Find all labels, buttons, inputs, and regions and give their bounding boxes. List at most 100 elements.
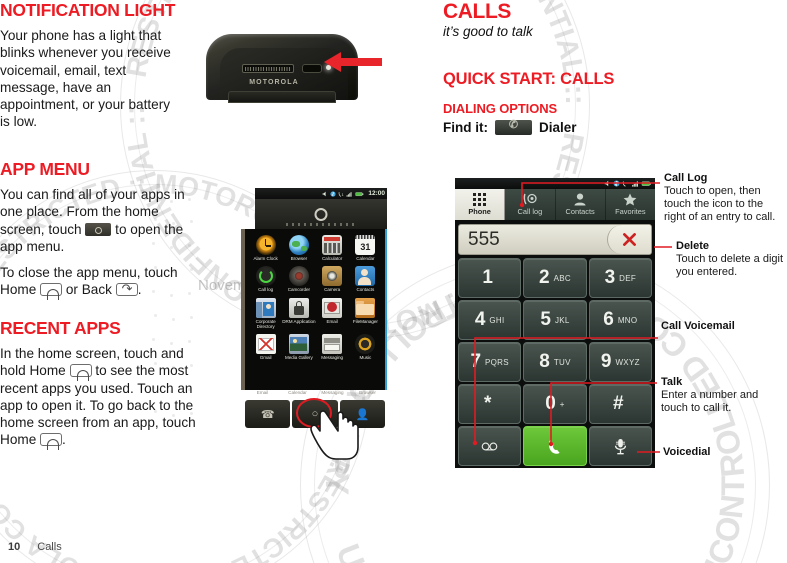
app-tile-alarm-clock[interactable]: Alarm Clock	[249, 232, 282, 261]
signal-bars-icon	[346, 191, 352, 197]
app-menu-close-circle-icon[interactable]	[314, 208, 328, 221]
recent-apps-section: Recent Apps In the home screen, touch an…	[0, 318, 205, 458]
app-tile-corporate-directory[interactable]: Corporate Directory	[249, 295, 282, 330]
star-icon	[623, 193, 637, 206]
key-3[interactable]: 3 DEF	[588, 258, 652, 298]
nav-phone-button[interactable]: ☎	[245, 400, 291, 428]
page-number: 10	[8, 541, 21, 553]
back-key-icon	[115, 283, 138, 297]
key-number: 4	[474, 309, 486, 330]
key-0[interactable]: 0 +	[523, 384, 587, 424]
voicemail-icon	[481, 442, 498, 450]
callout-delete: Delete Touch to delete a digit you enter…	[676, 240, 786, 279]
bezel-base-trim	[228, 91, 336, 103]
manual-page: RESTRICTED :: MOTOROLA CONFIDENTIAL :: R…	[0, 0, 787, 563]
voicedial-microphone-icon	[614, 438, 626, 454]
key-8[interactable]: 8 TUV	[523, 342, 587, 382]
callout-title: Delete	[676, 240, 710, 252]
speaker-slot	[302, 64, 322, 73]
key-9[interactable]: 9 WXYZ	[588, 342, 652, 382]
key-2[interactable]: 2 ABC	[523, 258, 587, 298]
quick-start-section: Quick Start: Calls Dialing Options Find …	[443, 70, 733, 135]
key-6[interactable]: 6 MNO	[588, 300, 652, 340]
camcorder-icon	[288, 266, 309, 287]
voicedial-button[interactable]	[588, 426, 652, 466]
calendar-icon: 31	[355, 235, 376, 255]
key-5[interactable]: 5 JKL	[523, 300, 587, 340]
delete-digit-button[interactable]	[607, 225, 651, 254]
tab-contacts[interactable]: Contacts	[556, 189, 606, 220]
recent-apps-body-c: .	[62, 432, 66, 448]
recent-apps-heading: Recent Apps	[0, 318, 121, 338]
app-tile-music[interactable]: Music	[349, 331, 382, 360]
app-tile-camcorder[interactable]: Camcorder	[282, 263, 315, 292]
tab-label: Call log	[517, 207, 543, 216]
app-tile-calculator[interactable]: Calculator	[316, 232, 349, 261]
key-star[interactable]: *	[458, 384, 522, 424]
notification-light-heading: Notification Light	[0, 0, 176, 20]
app-menu-status-bar: 1 12:00	[255, 188, 387, 199]
email-icon	[322, 297, 343, 318]
app-tile-email[interactable]: Email	[316, 295, 349, 330]
app-label: Messaging	[321, 355, 343, 361]
chapter-title: Calls	[443, 0, 511, 23]
dialer-number-field[interactable]: 555	[458, 224, 652, 255]
callout-talk: Talk Enter a number and touch to call it…	[661, 376, 781, 415]
callout-title: Call Voicemail	[661, 320, 735, 332]
callout-call-log: Call Log Touch to open, then touch the i…	[664, 172, 786, 224]
chapter-tagline: it’s good to talk	[443, 24, 533, 39]
tab-favorites[interactable]: Favorites	[606, 189, 655, 220]
handle-dots	[286, 223, 356, 226]
app-tile-drm-application[interactable]: DRM Application	[282, 295, 316, 330]
key-letters: MNO	[617, 315, 638, 325]
find-it-row: Find it: Dialer	[443, 118, 733, 135]
bluetooth-icon	[613, 180, 620, 187]
key-letters: JKL	[554, 315, 570, 325]
call-forward-icon: 1	[339, 191, 344, 196]
dialer-app-icon[interactable]	[494, 118, 532, 135]
callout-call-voicemail: Call Voicemail	[661, 320, 781, 333]
app-label: Contacts	[356, 287, 375, 293]
key-number: 2	[539, 267, 550, 288]
app-tile-file-manager[interactable]: FileManager	[349, 295, 382, 330]
app-label: Music	[359, 355, 372, 361]
key-number: 8	[539, 351, 550, 372]
calendar-day: 31	[360, 242, 371, 252]
volume-icon	[322, 191, 326, 196]
key-7[interactable]: 7 PQRS	[458, 342, 522, 382]
battery-icon	[641, 181, 651, 186]
app-tile-calendar[interactable]: 31 Calendar	[349, 232, 382, 261]
delete-x-icon	[623, 233, 636, 246]
callout-voicedial: Voicedial	[663, 446, 783, 459]
drm-application-icon	[288, 297, 309, 318]
callout-desc: Touch to delete a digit you entered.	[676, 253, 784, 278]
key-number: 0	[545, 393, 556, 414]
app-label: Calculator	[322, 256, 343, 261]
app-tile-browser[interactable]: Browser	[282, 232, 315, 261]
app-tile-media-gallery[interactable]: Media Gallery	[282, 331, 315, 360]
tab-phone[interactable]: Phone	[455, 189, 506, 220]
app-tile-contacts[interactable]: Contacts	[349, 263, 382, 292]
key-letters: WXYZ	[615, 357, 640, 367]
key-pound[interactable]: #	[588, 384, 652, 424]
callout-title: Voicedial	[663, 446, 711, 458]
app-tile-call-log[interactable]: Call log	[249, 263, 282, 292]
talk-call-button[interactable]	[523, 426, 587, 466]
key-number: 3	[604, 267, 616, 288]
key-1[interactable]: 1	[458, 258, 522, 298]
tab-call-log[interactable]: Call log	[505, 189, 556, 220]
calls-chapter-header: Calls it’s good to talk	[443, 0, 693, 39]
app-tile-camera[interactable]: Camera	[316, 263, 349, 292]
app-label: Browser	[290, 256, 308, 261]
dock-label-email: Email	[256, 390, 269, 395]
key-4[interactable]: 4 GHI	[458, 300, 522, 340]
svg-text:1: 1	[342, 192, 344, 196]
app-label: Gmail	[259, 355, 272, 361]
call-voicemail-button[interactable]	[458, 426, 522, 466]
app-menu-top-handle	[255, 199, 387, 229]
app-tile-gmail[interactable]: Gmail	[249, 331, 282, 360]
app-label: DRM Application	[282, 318, 316, 324]
footer-chapter: Calls	[37, 541, 62, 553]
app-tile-messaging[interactable]: Messaging	[316, 331, 349, 360]
entered-number: 555	[468, 228, 500, 250]
